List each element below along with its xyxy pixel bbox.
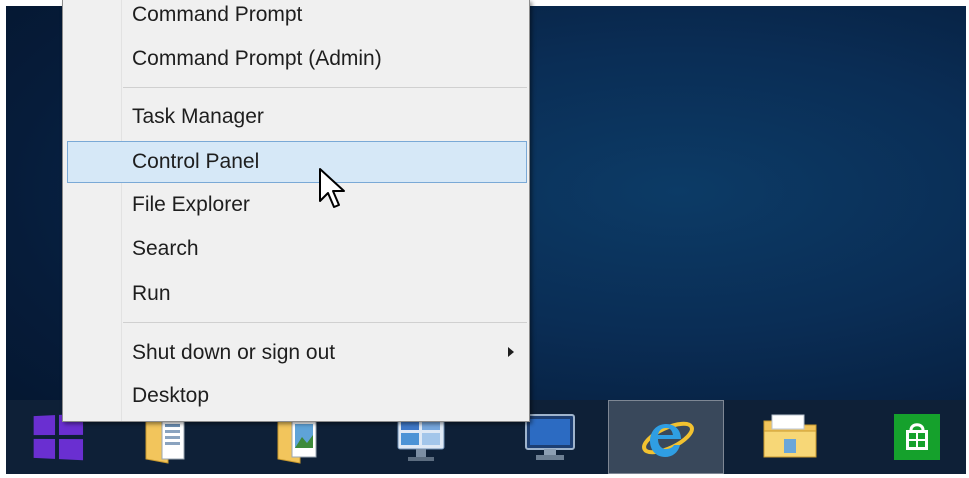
menu-item-label: Control Panel: [132, 150, 260, 173]
mouse-pointer-icon: [319, 168, 345, 208]
menu-item-desktop[interactable]: Desktop: [67, 379, 527, 411]
menu-item-label: Shut down or sign out: [132, 341, 336, 364]
menu-item-shut-down-or-sign-out[interactable]: Shut down or sign out: [67, 336, 527, 368]
menu-item-control-panel[interactable]: Control Panel: [67, 141, 527, 183]
menu-item-label: Task Manager: [132, 105, 264, 128]
menu-item-label: File Explorer: [132, 193, 250, 216]
taskbar-item-internet-explorer[interactable]: [608, 400, 724, 474]
menu-item-label: Run: [132, 282, 171, 305]
power-user-menu: Command Prompt Command Prompt (Admin) Ta…: [62, 0, 530, 422]
taskbar-item-file-explorer[interactable]: [740, 400, 840, 474]
taskbar-item-store[interactable]: [872, 400, 962, 474]
internet-explorer-icon: [642, 421, 694, 457]
file-explorer-icon: [763, 414, 817, 458]
menu-item-label: Desktop: [132, 384, 210, 407]
menu-separator: [123, 87, 527, 88]
menu-item-search[interactable]: Search: [67, 232, 527, 264]
store-icon: [894, 414, 940, 460]
menu-item-run[interactable]: Run: [67, 277, 527, 309]
menu-item-label: Command Prompt: [132, 3, 303, 26]
menu-item-file-explorer[interactable]: File Explorer: [67, 188, 527, 220]
menu-separator: [123, 322, 527, 323]
menu-item-task-manager[interactable]: Task Manager: [67, 100, 527, 132]
screenshot-border-bottom: [0, 474, 969, 478]
submenu-arrow-icon: [508, 347, 514, 357]
menu-item-label: Search: [132, 237, 199, 260]
menu-item-command-prompt-admin[interactable]: Command Prompt (Admin): [67, 42, 527, 74]
menu-item-label: Command Prompt (Admin): [132, 47, 382, 70]
menu-item-command-prompt[interactable]: Command Prompt: [67, 0, 527, 30]
